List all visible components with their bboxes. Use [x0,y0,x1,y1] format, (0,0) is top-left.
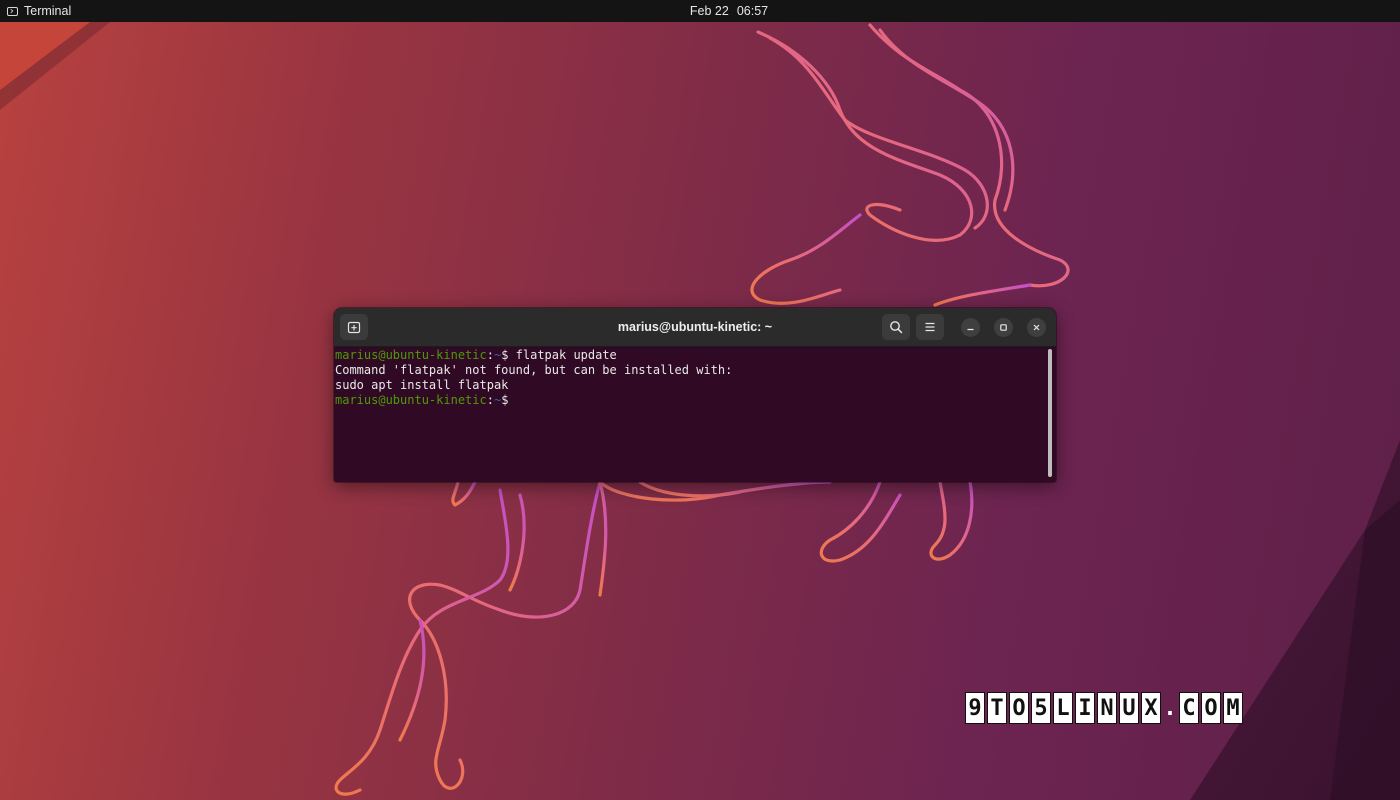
terminal-output-line: sudo apt install flatpak [335,378,509,392]
minimize-button[interactable] [961,318,980,337]
watermark-letter: X [1141,692,1161,724]
close-icon [1033,324,1040,331]
site-watermark: 9TO5LINUX.COM [965,692,1243,724]
prompt-user-host: marius@ubuntu-kinetic [335,348,487,362]
main-menu-button[interactable] [916,314,944,340]
terminal-output-line: Command 'flatpak' not found, but can be … [335,363,733,377]
clock-time[interactable]: 06:57 [737,4,768,18]
hamburger-menu-icon [925,322,935,332]
top-bar: Terminal Feb 22 06:57 [0,0,1400,22]
terminal-window: marius@ubuntu-kinetic: ~ marius@ubuntu-k… [334,308,1056,482]
entered-command: flatpak update [515,348,617,362]
terminal-line-command: marius@ubuntu-kinetic:~$ flatpak update [335,348,1056,363]
maximize-button[interactable] [994,318,1013,337]
focused-app-indicator[interactable]: Terminal [7,0,71,22]
prompt-separator: : [486,348,494,362]
maximize-icon [1000,324,1007,331]
minimize-icon [967,328,974,331]
prompt-symbol: $ [501,348,516,362]
terminal-icon [7,6,18,16]
watermark-letter: . [1163,695,1177,721]
watermark-letter: M [1223,692,1243,724]
clock: Feb 22 06:57 [0,0,1400,22]
prompt-user-host: marius@ubuntu-kinetic [335,393,487,407]
new-tab-icon [347,321,361,334]
search-button[interactable] [882,314,910,340]
watermark-letter: L [1053,692,1073,724]
watermark-letter: O [1009,692,1029,724]
watermark-letter: 5 [1031,692,1051,724]
watermark-letter: U [1119,692,1139,724]
watermark-letter: C [1179,692,1199,724]
new-tab-button[interactable] [340,314,368,340]
terminal-scrollbar[interactable] [1048,349,1052,477]
focused-app-name: Terminal [24,4,72,18]
terminal-line-prompt: marius@ubuntu-kinetic:~$ [335,393,1056,408]
window-title: marius@ubuntu-kinetic: ~ [617,320,773,334]
watermark-letter: O [1201,692,1221,724]
prompt-symbol: $ [501,393,516,407]
search-icon [890,321,903,334]
prompt-separator: : [486,393,494,407]
watermark-letter: I [1075,692,1095,724]
clock-date[interactable]: Feb 22 [690,4,729,18]
terminal-output-area[interactable]: marius@ubuntu-kinetic:~$ flatpak update … [334,347,1056,482]
watermark-letter: 9 [965,692,985,724]
close-button[interactable] [1027,318,1046,337]
terminal-headerbar[interactable]: marius@ubuntu-kinetic: ~ [334,308,1056,347]
watermark-letter: N [1097,692,1117,724]
watermark-letter: T [987,692,1007,724]
